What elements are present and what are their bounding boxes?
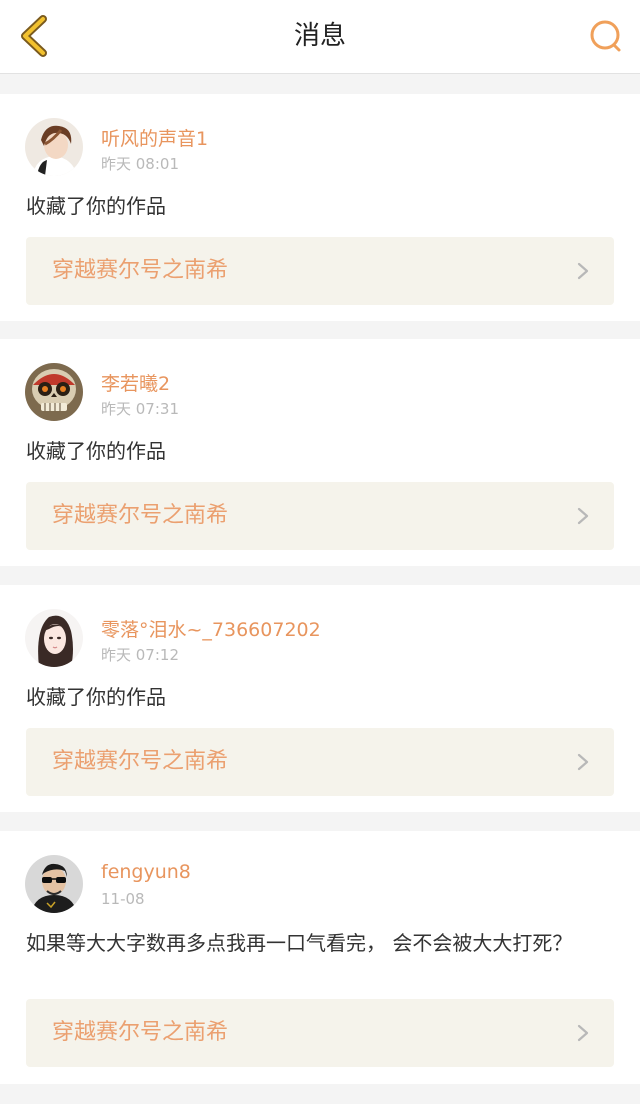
notification-card: 听风的声音1 昨天 08:01 收藏了你的作品 穿越赛尔号之南希 (0, 94, 640, 321)
work-title: 穿越赛尔号之南希 (52, 749, 229, 774)
search-button[interactable] (586, 16, 626, 56)
timestamp: 昨天 08:01 (101, 155, 179, 173)
work-link[interactable]: 穿越赛尔号之南希 (26, 237, 614, 305)
message-text: 如果等大大字数再多点我再一口气看完， 会不会被大大打死？ (26, 931, 573, 955)
work-title: 穿越赛尔号之南希 (52, 503, 229, 528)
timestamp: 11-08 (101, 890, 145, 908)
notification-card: fengyun8 11-08 如果等大大字数再多点我再一口气看完， 会不会被大大… (0, 831, 640, 1084)
notification-card: 零落°泪水~_736607202 昨天 07:12 收藏了你的作品 穿越赛尔号之… (0, 585, 640, 812)
message-text: 收藏了你的作品 (26, 685, 166, 709)
avatar[interactable] (25, 609, 83, 667)
username[interactable]: 听风的声音1 (101, 124, 208, 151)
work-link[interactable]: 穿越赛尔号之南希 (26, 482, 614, 550)
timestamp: 昨天 07:31 (101, 400, 179, 418)
work-link[interactable]: 穿越赛尔号之南希 (26, 728, 614, 796)
username[interactable]: fengyun8 (101, 861, 191, 883)
work-title: 穿越赛尔号之南希 (52, 1020, 229, 1045)
chevron-right-icon (577, 262, 589, 280)
timestamp: 昨天 07:12 (101, 646, 179, 664)
chevron-right-icon (577, 753, 589, 771)
work-link[interactable]: 穿越赛尔号之南希 (26, 999, 614, 1067)
chevron-right-icon (577, 1024, 589, 1042)
message-text: 收藏了你的作品 (26, 194, 166, 218)
search-icon (590, 20, 621, 52)
avatar[interactable] (25, 855, 83, 913)
chevron-right-icon (577, 507, 589, 525)
username[interactable]: 零落°泪水~_736607202 (101, 615, 321, 642)
username[interactable]: 李若曦2 (101, 369, 170, 396)
page-title: 消息 (293, 21, 346, 51)
work-title: 穿越赛尔号之南希 (52, 258, 229, 283)
avatar[interactable] (25, 363, 83, 421)
notification-card: 李若曦2 昨天 07:31 收藏了你的作品 穿越赛尔号之南希 (0, 339, 640, 566)
avatar[interactable] (25, 118, 83, 176)
navigation-bar: 消息 (0, 0, 640, 74)
message-text: 收藏了你的作品 (26, 439, 166, 463)
